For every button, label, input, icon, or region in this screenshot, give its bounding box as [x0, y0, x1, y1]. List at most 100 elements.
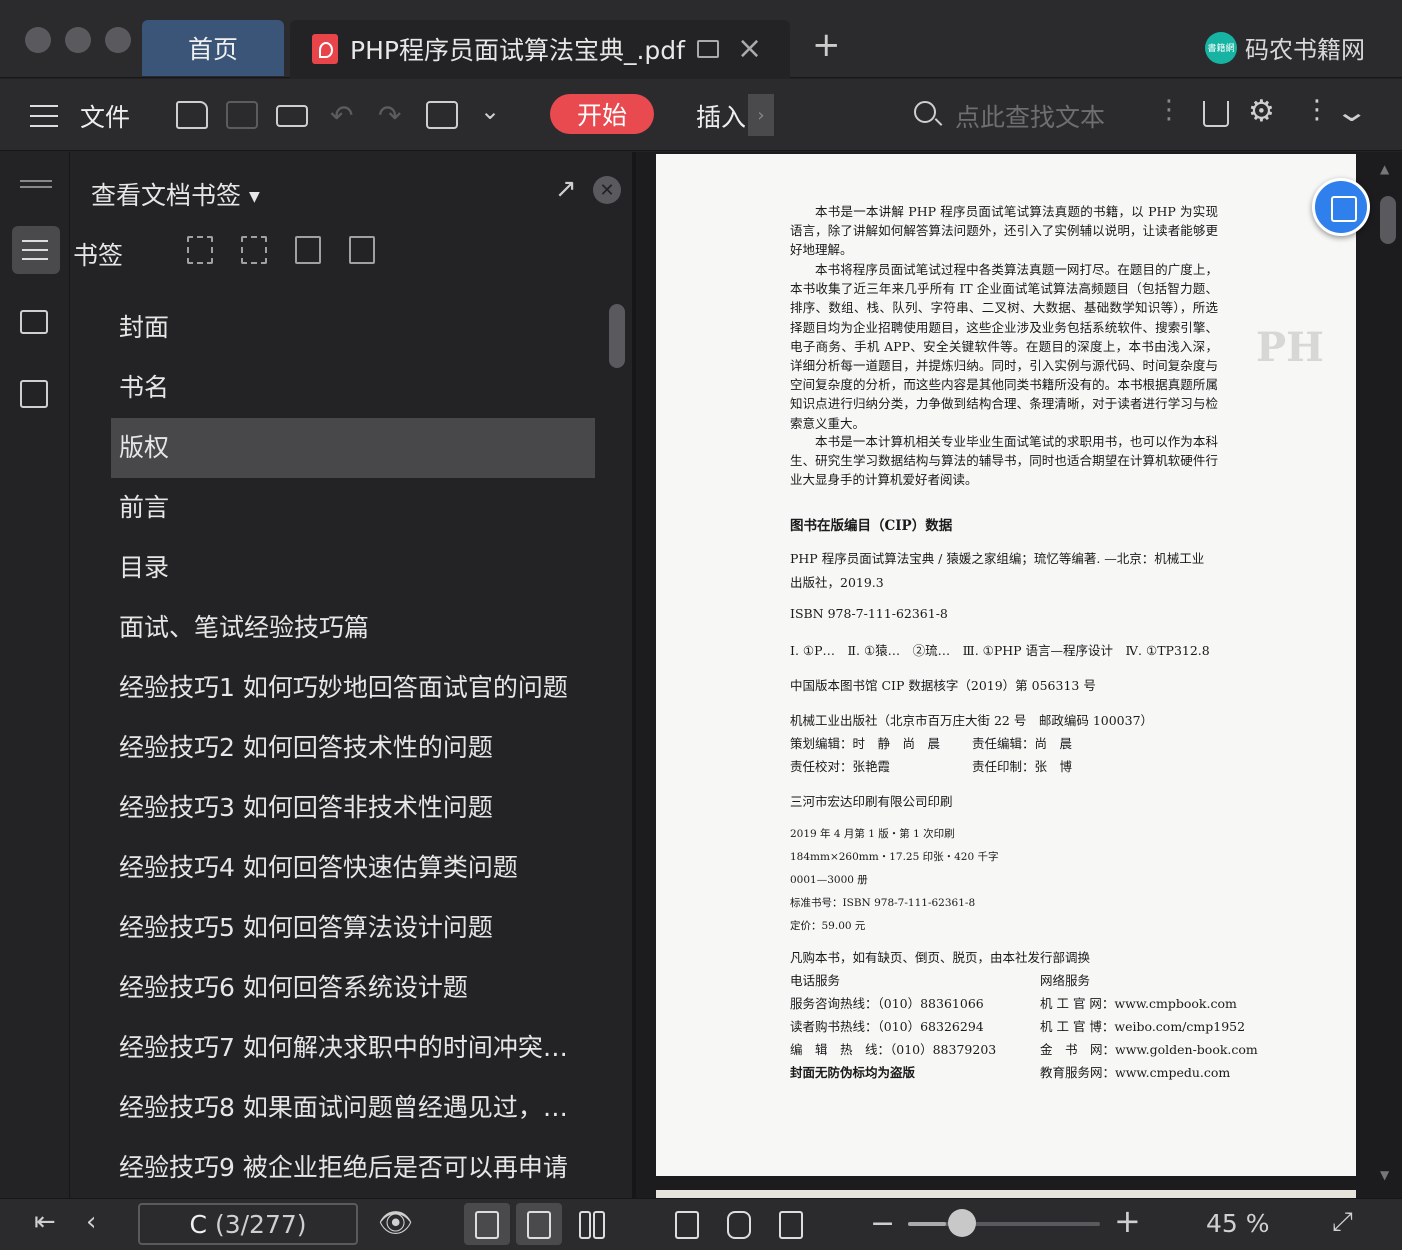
bookmark-item[interactable]: 面试、笔试经验技巧篇 [111, 598, 595, 658]
share-icon[interactable] [1203, 101, 1229, 127]
fit-page-button[interactable] [716, 1203, 762, 1245]
new-tab-plus-icon[interactable]: + [812, 28, 841, 62]
zoom-slider-fill [908, 1222, 947, 1226]
rail-collapse-icon[interactable] [20, 180, 52, 188]
edition-line: 2019 年 4 月第 1 版・第 1 次印刷 [790, 828, 955, 840]
bookmark-item[interactable]: 经验技巧6 如何回答系统设计题 [111, 958, 595, 1018]
intro-paragraph-3: 本书是一本计算机相关专业毕业生面试笔试的求职用书，也可以作为本科生、研究生学习数… [790, 434, 1218, 488]
bookmark-item[interactable]: 封面 [111, 298, 595, 358]
tab-document[interactable]: PHP程序员面试算法宝典_.pdf × [290, 20, 790, 78]
minimize-window-button[interactable] [65, 27, 91, 53]
tab-document-title: PHP程序员面试算法宝典_.pdf [350, 36, 685, 65]
panel-title-text: 查看文档书签 [91, 181, 242, 210]
signature-panel-icon[interactable] [20, 380, 48, 408]
planning-editor-line: 策划编辑：时 静 尚 晨 [790, 736, 941, 751]
scroll-down-arrow-icon[interactable]: ▼ [1380, 1168, 1389, 1182]
fit-width-button[interactable] [768, 1203, 814, 1245]
two-page-icon-right [593, 1211, 605, 1239]
expand-all-icon[interactable] [187, 236, 213, 264]
panel-title-dropdown[interactable]: 查看文档书签 ▼ [91, 176, 260, 212]
more-tools-chevron-icon[interactable]: ⌄ [480, 97, 500, 125]
phone-line-1: 服务咨询热线：（010）88361066 [790, 996, 984, 1011]
standard-number-line: 标准书号：ISBN 978-7-111-62361-8 [790, 897, 976, 909]
fullscreen-icon[interactable]: ⤢ [1332, 1209, 1353, 1235]
replacement-notice: 凡购本书，如有缺页、倒页、脱页，由本社发行部调换 [790, 950, 1091, 965]
bookmark-item[interactable]: 书名 [111, 358, 595, 418]
eye-protection-icon[interactable]: 👁 [378, 1209, 414, 1237]
print-icon[interactable] [276, 105, 308, 127]
collapse-toolbar-chevron-icon[interactable]: ⌄ [1334, 95, 1369, 128]
pop-out-arrow-icon[interactable]: ↗ [555, 174, 577, 204]
monitor-icon[interactable] [696, 40, 719, 58]
bookmark-item[interactable]: 经验技巧7 如何解决求职中的时间冲突… [111, 1018, 595, 1078]
zoom-window-button[interactable] [105, 27, 131, 53]
panel-scrollbar[interactable] [609, 304, 625, 368]
intro-paragraph-1: 本书是一本讲解 PHP 程序员面试笔试算法真题的书籍，以 PHP 为实现语言，除… [790, 204, 1218, 258]
signature-icon[interactable] [426, 101, 458, 129]
bookmark-item[interactable]: 目录 [111, 538, 595, 598]
thumbnails-image-icon[interactable] [20, 310, 48, 334]
tab-insert[interactable]: 插入 [696, 98, 746, 134]
hamburger-menu-icon[interactable] [30, 105, 58, 127]
add-bookmark-icon[interactable] [295, 236, 321, 264]
continuous-view-icon [475, 1211, 499, 1239]
bookmark-item[interactable]: 经验技巧9 被企业拒绝后是否可以再申请 [111, 1138, 595, 1198]
tab-home[interactable]: 首页 [142, 20, 284, 76]
document-scrollbar[interactable] [1380, 196, 1396, 244]
close-window-button[interactable] [25, 27, 51, 53]
close-tab-icon[interactable]: × [737, 34, 762, 64]
bookmark-item[interactable]: 版权 [111, 418, 595, 478]
net-service-title: 网络服务 [1040, 973, 1091, 988]
cip-line-2: 出版社，2019.3 [790, 575, 884, 590]
tab-start[interactable]: 开始 [550, 94, 654, 134]
main-toolbar: 文件 ↶ ↷ ⌄ 开始 插入 › 点此查找文本 ⋮ ⚙ ⋮ ⌄ [0, 79, 1402, 151]
file-menu[interactable]: 文件 [80, 98, 130, 134]
bookmark-item[interactable]: 经验技巧8 如果面试问题曾经遇见过，… [111, 1078, 595, 1138]
zoom-slider-track[interactable] [908, 1222, 1100, 1226]
search-input[interactable]: 点此查找文本 [955, 98, 1105, 134]
bookmark-item[interactable]: 经验技巧1 如何巧妙地回答面试官的问题 [111, 658, 595, 718]
zoom-in-icon[interactable]: + [1114, 1205, 1141, 1237]
open-folder-icon[interactable] [176, 101, 208, 129]
undo-icon[interactable]: ↶ [330, 99, 353, 132]
remove-bookmark-icon[interactable] [349, 236, 375, 264]
scroll-up-arrow-icon[interactable]: ▲ [1380, 162, 1389, 176]
bookmark-item[interactable]: 经验技巧5 如何回答算法设计问题 [111, 898, 595, 958]
panel-close-icon[interactable]: ✕ [593, 176, 621, 204]
classification-line: Ⅰ. ①P… Ⅱ. ①猿… ②琉… Ⅲ. ①PHP 语言—程序设计 Ⅳ. ①TP… [790, 643, 1210, 658]
status-bar: ⇤ ‹ C (3/277) 👁 − + 45 % ⤢ [0, 1198, 1402, 1250]
collapse-all-icon[interactable] [241, 236, 267, 264]
zoom-out-icon[interactable]: − [870, 1209, 895, 1239]
convert-document-icon[interactable] [1312, 178, 1370, 236]
bookmark-list: 封面 书名 版权 前言 目录 面试、笔试经验技巧篇 经验技巧1 如何巧妙地回答面试官的问题经… [111, 298, 595, 1198]
more-options-icon[interactable]: ⋮ [1304, 97, 1330, 123]
single-page-view-button[interactable] [516, 1203, 562, 1245]
bookmark-item[interactable]: 经验技巧2 如何回答技术性的问题 [111, 718, 595, 778]
document-viewport[interactable]: PH 本书是一本讲解 PHP 程序员面试笔试算法真题的书籍，以 PHP 为实现语… [636, 152, 1402, 1198]
bookmark-item[interactable]: 经验技巧4 如何回答快速估算类问题 [111, 838, 595, 898]
bookmark-item[interactable]: 前言 [111, 478, 595, 538]
more-vertical-icon[interactable]: ⋮ [1156, 97, 1182, 123]
previous-page-icon[interactable]: ‹ [86, 1209, 96, 1235]
search-icon[interactable] [914, 101, 936, 123]
zoom-slider-handle[interactable] [948, 1209, 976, 1237]
zoom-level[interactable]: 45 % [1206, 1209, 1270, 1238]
pdf-page: PH 本书是一本讲解 PHP 程序员面试笔试算法真题的书籍，以 PHP 为实现语… [656, 154, 1356, 1176]
format-line: 184mm×260mm・17.25 印张・420 千字 [790, 851, 999, 863]
cip-number-line: 中国版本图书馆 CIP 数据核字（2019）第 056313 号 [790, 678, 1096, 693]
page-number-input[interactable]: C (3/277) [138, 1203, 358, 1245]
settings-gear-icon[interactable]: ⚙ [1248, 97, 1275, 127]
redo-icon[interactable]: ↷ [378, 99, 401, 132]
more-tabs-arrow-icon[interactable]: › [748, 94, 774, 136]
anti-piracy-line: 封面无防伪标均为盗版 [790, 1065, 916, 1080]
net-line-3: 金 书 网：www.golden-book.com [1040, 1042, 1258, 1057]
bookmark-item[interactable]: 经验技巧3 如何回答非技术性问题 [111, 778, 595, 838]
first-page-icon[interactable]: ⇤ [34, 1209, 56, 1235]
actual-size-icon [675, 1211, 699, 1239]
copies-line: 0001—3000 册 [790, 874, 868, 886]
two-page-view-button[interactable] [568, 1203, 614, 1245]
save-icon[interactable] [226, 101, 258, 129]
actual-size-button[interactable] [664, 1203, 710, 1245]
page-count: (3/277) [214, 1209, 307, 1239]
continuous-view-button[interactable] [464, 1203, 510, 1245]
